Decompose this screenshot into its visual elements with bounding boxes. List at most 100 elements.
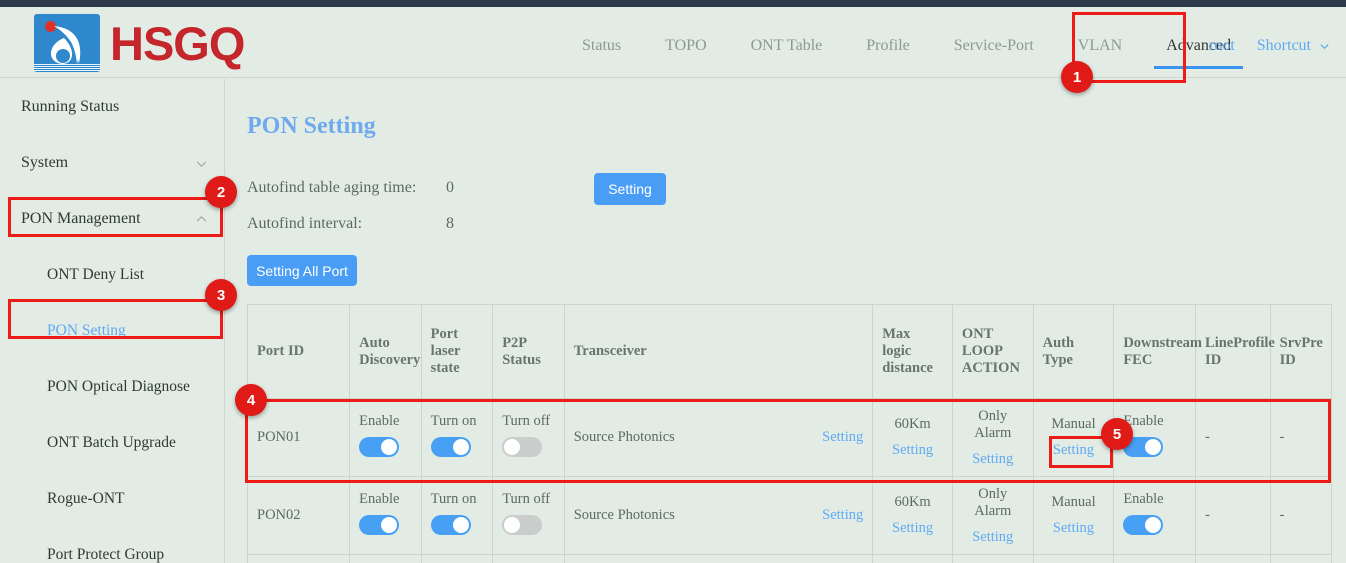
col-line-profile-id: LineProfile ID (1196, 305, 1271, 399)
sidebar-label: Rogue-ONT (47, 490, 125, 508)
sidebar-label: Running Status (21, 98, 119, 116)
sidebar-label: PON Optical Diagnose (47, 378, 190, 396)
page-title: PON Setting (247, 113, 376, 140)
cell-max-logic-distance: 60Km Setting (873, 399, 953, 477)
pon-table-wrapper: Port ID Auto Discovery Port laser state … (247, 304, 1332, 563)
autofind-interval-label: Autofind interval: (247, 215, 362, 233)
nav-item-service-port[interactable]: Service-Port (932, 14, 1056, 78)
sidebar-item-ont-batch-upgrade[interactable]: ONT Batch Upgrade (0, 415, 224, 471)
p2p-status-toggle[interactable] (502, 437, 542, 457)
ont-loop-action-setting-link[interactable]: Setting (972, 529, 1013, 546)
auto-discovery-label: Enable (359, 413, 412, 430)
max-logic-distance-setting-link[interactable]: Setting (892, 442, 933, 459)
cell-transceiver: Source Photonics Setting (564, 477, 873, 555)
sidebar-label: System (21, 154, 68, 172)
cell-port-laser-state: Turn on (421, 399, 493, 477)
col-auto-discovery: Auto Discovery (350, 305, 422, 399)
user-name-label[interactable]: root (1209, 37, 1235, 55)
nav-item-topo[interactable]: TOPO (643, 14, 729, 78)
cell-downstream-fec: Enable (1114, 399, 1196, 477)
cell-p2p-status: Turn off (493, 399, 565, 477)
sidebar-item-pon-optical-diagnose[interactable]: PON Optical Diagnose (0, 359, 224, 415)
cell-srv-pre-id: - (1270, 477, 1331, 555)
cell-transceiver: Source Photonics Setting (564, 399, 873, 477)
setting-button[interactable]: Setting (594, 173, 666, 205)
cell-port-id: PON01 (248, 399, 350, 477)
sidebar-item-rogue-ont[interactable]: Rogue-ONT (0, 471, 224, 527)
auto-discovery-label: Enable (359, 491, 412, 508)
sidebar-label: Port Protect Group (47, 546, 164, 563)
cell-p2p-status: Turn off (493, 477, 565, 555)
nav-item-status[interactable]: Status (560, 14, 643, 78)
nav-item-ont-table[interactable]: ONT Table (729, 14, 845, 78)
brand-logo[interactable]: HSGQ (34, 14, 244, 72)
transceiver-setting-link[interactable]: Setting (822, 507, 863, 524)
cell-auto-discovery: Enable (350, 477, 422, 555)
transceiver-setting-link[interactable]: Setting (822, 429, 863, 446)
cell-port-id (248, 555, 350, 563)
nav-item-vlan[interactable]: VLAN (1056, 14, 1144, 78)
cell-srv-pre-id (1270, 555, 1331, 563)
autofind-aging-time-label: Autofind table aging time: (247, 179, 416, 197)
downstream-fec-toggle[interactable] (1123, 515, 1163, 535)
max-logic-distance-setting-link[interactable]: Setting (892, 520, 933, 537)
sidebar-label: PON Setting (47, 322, 126, 340)
col-downstream-fec: Downstream FEC (1114, 305, 1196, 399)
setting-all-port-button[interactable]: Setting All Port (247, 255, 357, 286)
cell-port-laser-state (421, 555, 493, 563)
sidebar-label: PON Management (21, 210, 141, 228)
downstream-fec-toggle[interactable] (1123, 437, 1163, 457)
col-p2p-status: P2P Status (493, 305, 565, 399)
cell-ont-loop-action: Only Alarm Setting (952, 477, 1033, 555)
cell-transceiver (564, 555, 873, 563)
port-laser-state-toggle[interactable] (431, 437, 471, 457)
sidebar-item-port-protect-group[interactable]: Port Protect Group (0, 527, 224, 563)
sidebar-item-pon-management[interactable]: PON Management (0, 191, 224, 247)
cell-ont-loop-action (952, 555, 1033, 563)
top-navigation: Status TOPO ONT Table Profile Service-Po… (560, 14, 1253, 78)
cell-line-profile-id: - (1196, 399, 1271, 477)
auth-type-setting-link[interactable]: Setting (1053, 442, 1094, 459)
port-laser-state-label: Turn on (431, 491, 484, 508)
autofind-aging-time-value: 0 (446, 179, 454, 197)
cell-auth-type: Manual Setting (1033, 399, 1114, 477)
col-port-laser-state: Port laser state (421, 305, 493, 399)
cell-max-logic-distance (873, 555, 953, 563)
port-laser-state-toggle[interactable] (431, 515, 471, 535)
cell-auto-discovery (350, 555, 422, 563)
downstream-fec-label: Enable (1123, 491, 1186, 508)
cell-line-profile-id: - (1196, 477, 1271, 555)
p2p-status-label: Turn off (502, 413, 555, 430)
max-logic-distance-value: 60Km (894, 494, 930, 511)
hsgq-logo-icon (34, 14, 100, 72)
header-right-area: root Shortcut (1209, 14, 1330, 78)
cell-downstream-fec (1114, 555, 1196, 563)
table-row[interactable]: PON02 Enable Turn on Turn off (248, 477, 1332, 555)
chevron-up-icon (195, 213, 208, 226)
auto-discovery-toggle[interactable] (359, 437, 399, 457)
sidebar-item-running-status[interactable]: Running Status (0, 79, 224, 135)
shortcut-label: Shortcut (1257, 37, 1311, 55)
cell-p2p-status (493, 555, 565, 563)
table-row[interactable]: PON01 Enable Turn on Turn off (248, 399, 1332, 477)
sidebar-item-ont-deny-list[interactable]: ONT Deny List (0, 247, 224, 303)
nav-item-profile[interactable]: Profile (844, 14, 932, 78)
cell-port-laser-state: Turn on (421, 477, 493, 555)
col-max-logic-distance: Max logic distance (873, 305, 953, 399)
auth-type-setting-link[interactable]: Setting (1053, 520, 1094, 537)
col-port-id: Port ID (248, 305, 350, 399)
transceiver-value: Source Photonics (574, 429, 675, 446)
shortcut-menu[interactable]: Shortcut (1257, 37, 1330, 55)
sidebar-item-system[interactable]: System (0, 135, 224, 191)
col-transceiver: Transceiver (564, 305, 873, 399)
sidebar-navigation: Running Status System PON Management ONT… (0, 79, 225, 563)
auto-discovery-toggle[interactable] (359, 515, 399, 535)
app-root: HSGQ Status TOPO ONT Table Profile Servi… (0, 0, 1346, 563)
sidebar-item-pon-setting[interactable]: PON Setting (0, 303, 224, 359)
p2p-status-toggle[interactable] (502, 515, 542, 535)
cell-auth-type (1033, 555, 1114, 563)
ont-loop-action-setting-link[interactable]: Setting (972, 451, 1013, 468)
downstream-fec-label: Enable (1123, 413, 1186, 430)
table-row[interactable] (248, 555, 1332, 563)
transceiver-value: Source Photonics (574, 507, 675, 524)
